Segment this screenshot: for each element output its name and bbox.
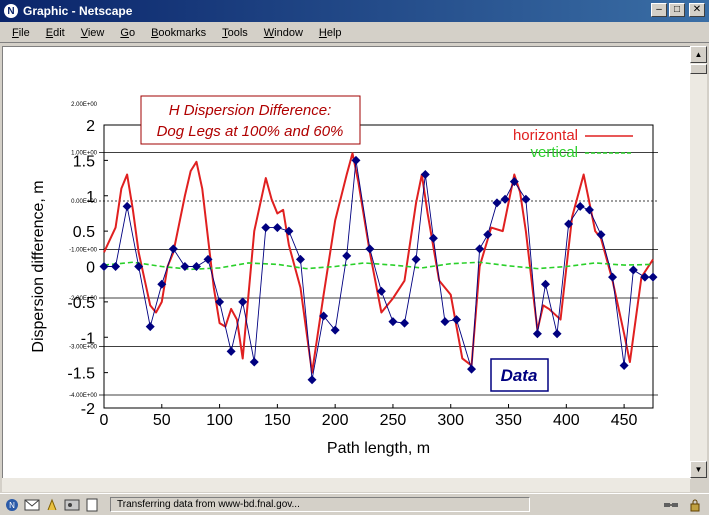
- data-point: [475, 244, 485, 254]
- status-text: Transferring data from www-bd.fnal.gov..…: [110, 497, 530, 512]
- vertical-scrollbar[interactable]: ▲ ▼: [690, 46, 707, 478]
- y-tick-label: -1: [81, 330, 95, 347]
- data-point: [111, 262, 121, 271]
- y-tick-label: 2: [86, 118, 95, 135]
- data-point: [428, 233, 438, 243]
- data-point: [238, 297, 248, 307]
- security-lock-icon[interactable]: [687, 497, 703, 513]
- menu-window[interactable]: Window: [256, 27, 311, 39]
- x-tick-label: 200: [322, 412, 349, 429]
- menu-help[interactable]: Help: [311, 27, 350, 39]
- annotation-line-1: H Dispersion Difference:: [169, 102, 332, 119]
- page-content: 2.00E+00 1.00E+00 0.00E+00 -1.00E+00 -2.00E+…: [2, 46, 691, 479]
- data-point: [440, 317, 450, 327]
- data-point: [575, 201, 585, 211]
- svg-text:N: N: [9, 501, 15, 510]
- data-point: [226, 346, 236, 356]
- data-point: [122, 201, 132, 211]
- data-point: [99, 262, 109, 271]
- data-point: [628, 265, 638, 275]
- y-tick-label: -0.5: [67, 295, 95, 312]
- x-axis-label: Path length, m: [327, 440, 430, 457]
- y-axis-label: Dispersion difference, m: [30, 180, 47, 352]
- title-bar[interactable]: N Graphic - Netscape – □ ✕: [0, 0, 709, 22]
- x-tick-label: 350: [495, 412, 522, 429]
- close-button[interactable]: ✕: [689, 3, 705, 17]
- y-tick-label: 1: [86, 189, 95, 206]
- minimize-button[interactable]: –: [651, 3, 667, 17]
- data-point: [145, 322, 155, 332]
- data-point: [365, 244, 375, 254]
- netscape-icon: N: [4, 4, 18, 18]
- legend-label-vertical: vertical: [530, 144, 578, 161]
- scroll-down-arrow-icon[interactable]: ▼: [690, 461, 707, 478]
- chart: 2.00E+001.00E+000.00E+00-1.00E+00-2.00E+…: [30, 95, 658, 457]
- menu-go[interactable]: Go: [112, 27, 143, 39]
- secondary-tick-label: -4.00E+00: [69, 393, 98, 399]
- y-tick-label: -2: [81, 401, 95, 418]
- data-point: [411, 254, 421, 264]
- annotation-line-2: Dog Legs at 100% and 60%: [157, 123, 344, 140]
- menu-tools[interactable]: Tools: [214, 27, 256, 39]
- composer-icon[interactable]: [44, 497, 60, 513]
- data-point: [541, 279, 551, 289]
- data-point: [261, 223, 271, 233]
- legend-label-horizontal: horizontal: [513, 127, 578, 144]
- horizontal-scrollbar[interactable]: [2, 478, 690, 492]
- status-bar: N Transferring data from www-bd.fnal.gov…: [0, 493, 709, 515]
- data-point: [249, 357, 259, 367]
- data-point: [552, 329, 562, 339]
- secondary-tick-label: -1.00E+00: [69, 248, 98, 254]
- menu-file[interactable]: File: [4, 27, 38, 39]
- data-point: [342, 251, 352, 261]
- data-point: [521, 194, 531, 204]
- scroll-thumb[interactable]: [690, 64, 707, 74]
- menu-view[interactable]: View: [73, 27, 113, 39]
- y-tick-label: -1.5: [67, 366, 95, 383]
- menu-bookmarks[interactable]: Bookmarks: [143, 27, 214, 39]
- data-point: [307, 375, 317, 385]
- x-tick-label: 100: [206, 412, 233, 429]
- mail-icon[interactable]: [24, 497, 40, 513]
- x-tick-label: 0: [100, 412, 109, 429]
- data-point: [492, 198, 502, 208]
- data-point: [584, 205, 594, 215]
- data-point: [596, 230, 606, 240]
- data-point: [452, 315, 462, 325]
- data-point: [168, 244, 178, 254]
- x-tick-label: 300: [437, 412, 464, 429]
- x-tick-label: 250: [380, 412, 407, 429]
- maximize-button[interactable]: □: [669, 3, 685, 17]
- scroll-up-arrow-icon[interactable]: ▲: [690, 46, 707, 63]
- y-tick-label: 0: [86, 260, 95, 277]
- connection-icon: [663, 497, 679, 513]
- y-tick-label: 0.5: [73, 224, 95, 241]
- x-tick-label: 450: [611, 412, 638, 429]
- data-point: [467, 364, 477, 374]
- data-point: [532, 329, 542, 339]
- menu-bar: File Edit View Go Bookmarks Tools Window Help: [0, 23, 709, 43]
- window-title: Graphic - Netscape: [23, 4, 133, 18]
- y-tick-label: 1.5: [73, 153, 95, 170]
- x-tick-label: 400: [553, 412, 580, 429]
- data-point: [608, 272, 618, 282]
- address-book-icon[interactable]: [64, 497, 80, 513]
- data-point: [388, 317, 398, 327]
- data-point: [295, 254, 305, 264]
- data-point: [648, 272, 658, 282]
- data-point: [272, 223, 282, 233]
- data-label: Data: [501, 366, 538, 385]
- x-tick-label: 150: [264, 412, 291, 429]
- navigator-icon[interactable]: N: [4, 497, 20, 513]
- data-point: [619, 361, 629, 371]
- secondary-tick-label: 2.00E+00: [71, 102, 98, 108]
- document-icon[interactable]: [84, 497, 100, 513]
- data-point: [400, 318, 410, 328]
- x-tick-label: 50: [153, 412, 171, 429]
- menu-edit[interactable]: Edit: [38, 27, 73, 39]
- series-line-horizontal: [103, 152, 654, 374]
